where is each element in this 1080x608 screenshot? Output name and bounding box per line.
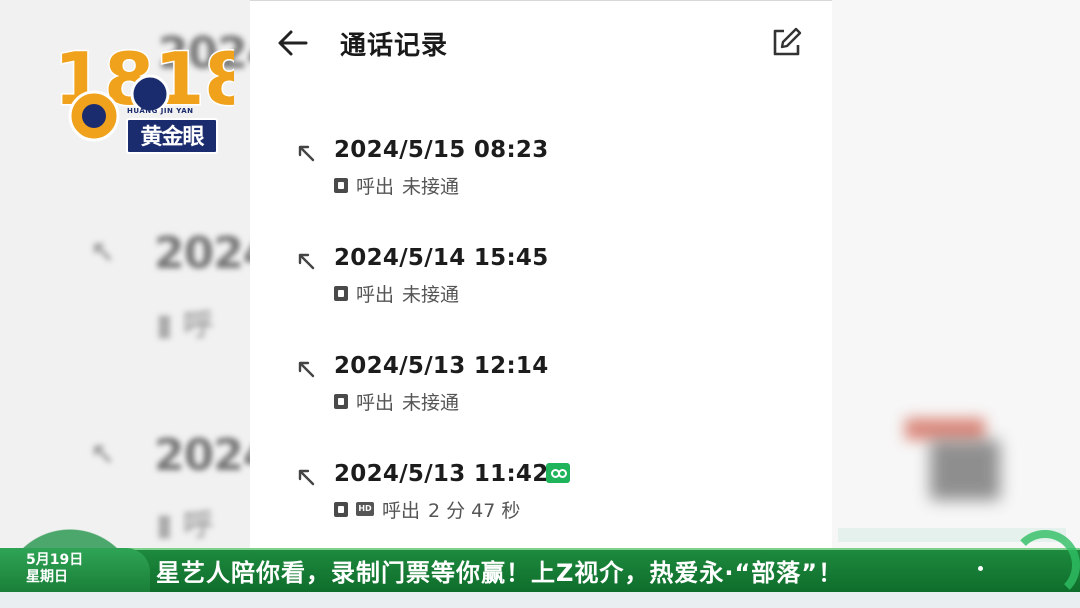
call-direction: 呼出 (356, 175, 395, 198)
arrow-left-icon[interactable] (276, 27, 310, 59)
sim-card-icon (334, 285, 348, 301)
ghost-arrow-icon: ↖ (90, 236, 116, 271)
call-datetime: 2024/5/15 08:23 (334, 137, 549, 163)
call-details: 呼出 未接通 (334, 173, 460, 198)
call-log-item[interactable]: 2024/5/13 11:42 HD 呼出 2 分 47 秒 (250, 461, 832, 561)
logo-tagline: HUANG JIN YAN (127, 107, 194, 115)
call-details: 呼出 未接通 (334, 281, 460, 306)
ticker-weekday: 星期日 (26, 569, 68, 585)
hd-icon: HD (356, 502, 374, 516)
recording-icon[interactable] (546, 463, 570, 483)
edit-icon[interactable] (770, 27, 802, 59)
call-log-item[interactable]: 2024/5/13 12:14 呼出 未接通 (250, 353, 832, 453)
app-header: 通话记录 (250, 1, 832, 87)
ghost-date: 2024 (154, 430, 250, 481)
call-status: 未接通 (402, 391, 460, 414)
ticker-dot (978, 566, 983, 571)
ghost-sub: ▮ 呼 (156, 508, 213, 543)
outgoing-call-arrow-icon (298, 145, 315, 162)
outgoing-call-arrow-icon (298, 469, 315, 486)
ghost-arrow-icon: ↖ (90, 438, 116, 473)
sim-card-icon (334, 393, 348, 409)
call-datetime: 2024/5/13 12:14 (334, 353, 549, 379)
call-duration: 2 分 47 秒 (428, 499, 521, 522)
ticker-bottom-strip (0, 592, 1080, 608)
call-details: HD 呼出 2 分 47 秒 (334, 497, 521, 522)
sim-card-icon (334, 177, 348, 193)
ghost-sub: ▮ 呼 (156, 308, 213, 343)
call-details: 呼出 未接通 (334, 389, 460, 414)
blurred-image (842, 0, 1080, 608)
sim-card-icon (334, 501, 348, 517)
page-title: 通话记录 (340, 31, 449, 61)
call-status: 未接通 (402, 175, 460, 198)
ticker-decoration (1010, 530, 1080, 600)
logo-name: 黄金眼 (126, 118, 218, 154)
call-direction: 呼出 (382, 499, 421, 522)
outgoing-call-arrow-icon (298, 361, 315, 378)
blurred-image-detail (905, 418, 985, 440)
ghost-date: 2024 (154, 228, 250, 279)
call-log-item[interactable]: 2024/5/15 08:23 呼出 未接通 (250, 137, 832, 237)
blurred-image-detail (930, 440, 1000, 500)
call-datetime: 2024/5/14 15:45 (334, 245, 549, 271)
call-direction: 呼出 (356, 391, 395, 414)
call-log-item[interactable]: 2024/5/14 15:45 呼出 未接通 (250, 245, 832, 345)
call-datetime: 2024/5/13 11:42 (334, 461, 549, 487)
call-status: 未接通 (402, 283, 460, 306)
call-direction: 呼出 (356, 283, 395, 306)
ticker-text: 星艺人陪你看，录制门票等你赢！上Z视介，热爱永·“部落”！ (156, 559, 844, 587)
call-log-screen: 通话记录 2024/5/15 08:23 呼出 未接通 2024/5/14 15… (250, 0, 832, 548)
outgoing-call-arrow-icon (298, 253, 315, 270)
